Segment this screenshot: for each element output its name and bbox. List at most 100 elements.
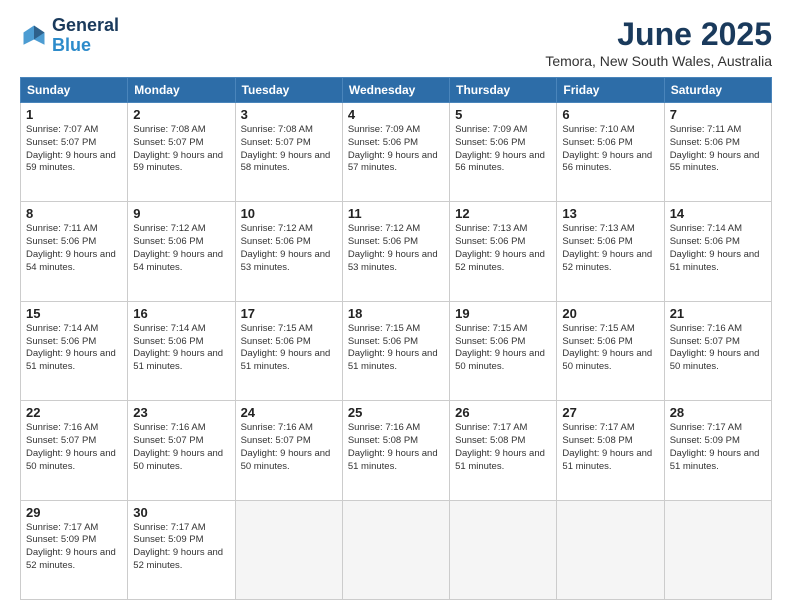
cell-info: Sunrise: 7:14 AMSunset: 5:06 PMDaylight:… [26,323,122,374]
day-number: 16 [133,306,229,321]
logo-icon [20,22,48,50]
table-row: 25 Sunrise: 7:16 AMSunset: 5:08 PMDaylig… [342,401,449,500]
logo-text: General Blue [52,16,119,56]
table-row: 22 Sunrise: 7:16 AMSunset: 5:07 PMDaylig… [21,401,128,500]
cell-info: Sunrise: 7:08 AMSunset: 5:07 PMDaylight:… [241,124,337,175]
day-number: 17 [241,306,337,321]
cell-info: Sunrise: 7:11 AMSunset: 5:06 PMDaylight:… [26,223,122,274]
calendar-table: Sunday Monday Tuesday Wednesday Thursday… [20,77,772,600]
day-number: 19 [455,306,551,321]
col-saturday: Saturday [664,78,771,103]
table-row: 15 Sunrise: 7:14 AMSunset: 5:06 PMDaylig… [21,301,128,400]
table-row: 5 Sunrise: 7:09 AMSunset: 5:06 PMDayligh… [450,103,557,202]
cell-info: Sunrise: 7:16 AMSunset: 5:07 PMDaylight:… [670,323,766,374]
title-block: June 2025 Temora, New South Wales, Austr… [545,16,772,69]
table-row: 17 Sunrise: 7:15 AMSunset: 5:06 PMDaylig… [235,301,342,400]
day-number: 7 [670,107,766,122]
cell-info: Sunrise: 7:14 AMSunset: 5:06 PMDaylight:… [670,223,766,274]
table-row: 20 Sunrise: 7:15 AMSunset: 5:06 PMDaylig… [557,301,664,400]
day-number: 25 [348,405,444,420]
cell-info: Sunrise: 7:16 AMSunset: 5:07 PMDaylight:… [241,422,337,473]
day-number: 5 [455,107,551,122]
col-friday: Friday [557,78,664,103]
calendar-week: 29 Sunrise: 7:17 AMSunset: 5:09 PMDaylig… [21,500,772,599]
table-row: 26 Sunrise: 7:17 AMSunset: 5:08 PMDaylig… [450,401,557,500]
col-wednesday: Wednesday [342,78,449,103]
location: Temora, New South Wales, Australia [545,53,772,69]
day-number: 26 [455,405,551,420]
day-number: 14 [670,206,766,221]
table-row: 18 Sunrise: 7:15 AMSunset: 5:06 PMDaylig… [342,301,449,400]
day-number: 8 [26,206,122,221]
col-thursday: Thursday [450,78,557,103]
day-number: 10 [241,206,337,221]
calendar-week: 8 Sunrise: 7:11 AMSunset: 5:06 PMDayligh… [21,202,772,301]
day-number: 9 [133,206,229,221]
col-sunday: Sunday [21,78,128,103]
cell-info: Sunrise: 7:13 AMSunset: 5:06 PMDaylight:… [562,223,658,274]
cell-info: Sunrise: 7:17 AMSunset: 5:08 PMDaylight:… [455,422,551,473]
day-number: 13 [562,206,658,221]
col-tuesday: Tuesday [235,78,342,103]
day-number: 11 [348,206,444,221]
logo: General Blue [20,16,119,56]
cell-info: Sunrise: 7:15 AMSunset: 5:06 PMDaylight:… [241,323,337,374]
day-number: 27 [562,405,658,420]
cell-info: Sunrise: 7:17 AMSunset: 5:09 PMDaylight:… [133,522,229,573]
day-number: 15 [26,306,122,321]
table-row: 21 Sunrise: 7:16 AMSunset: 5:07 PMDaylig… [664,301,771,400]
table-row: 11 Sunrise: 7:12 AMSunset: 5:06 PMDaylig… [342,202,449,301]
day-number: 24 [241,405,337,420]
logo-line1: General [52,16,119,36]
cell-info: Sunrise: 7:16 AMSunset: 5:08 PMDaylight:… [348,422,444,473]
cell-info: Sunrise: 7:14 AMSunset: 5:06 PMDaylight:… [133,323,229,374]
table-row: 16 Sunrise: 7:14 AMSunset: 5:06 PMDaylig… [128,301,235,400]
cell-info: Sunrise: 7:10 AMSunset: 5:06 PMDaylight:… [562,124,658,175]
table-row: 6 Sunrise: 7:10 AMSunset: 5:06 PMDayligh… [557,103,664,202]
cell-info: Sunrise: 7:17 AMSunset: 5:09 PMDaylight:… [26,522,122,573]
cell-info: Sunrise: 7:17 AMSunset: 5:09 PMDaylight:… [670,422,766,473]
day-number: 2 [133,107,229,122]
cell-info: Sunrise: 7:16 AMSunset: 5:07 PMDaylight:… [133,422,229,473]
day-number: 29 [26,505,122,520]
day-number: 18 [348,306,444,321]
table-row: 10 Sunrise: 7:12 AMSunset: 5:06 PMDaylig… [235,202,342,301]
table-row: 8 Sunrise: 7:11 AMSunset: 5:06 PMDayligh… [21,202,128,301]
cell-info: Sunrise: 7:17 AMSunset: 5:08 PMDaylight:… [562,422,658,473]
cell-info: Sunrise: 7:16 AMSunset: 5:07 PMDaylight:… [26,422,122,473]
day-number: 22 [26,405,122,420]
cell-info: Sunrise: 7:12 AMSunset: 5:06 PMDaylight:… [348,223,444,274]
page: General Blue June 2025 Temora, New South… [0,0,792,612]
table-row: 28 Sunrise: 7:17 AMSunset: 5:09 PMDaylig… [664,401,771,500]
month-title: June 2025 [545,16,772,53]
table-row: 30 Sunrise: 7:17 AMSunset: 5:09 PMDaylig… [128,500,235,599]
cell-info: Sunrise: 7:09 AMSunset: 5:06 PMDaylight:… [455,124,551,175]
empty-cell [342,500,449,599]
day-number: 21 [670,306,766,321]
empty-cell [664,500,771,599]
day-number: 4 [348,107,444,122]
table-row: 9 Sunrise: 7:12 AMSunset: 5:06 PMDayligh… [128,202,235,301]
calendar-week: 22 Sunrise: 7:16 AMSunset: 5:07 PMDaylig… [21,401,772,500]
cell-info: Sunrise: 7:15 AMSunset: 5:06 PMDaylight:… [455,323,551,374]
table-row: 12 Sunrise: 7:13 AMSunset: 5:06 PMDaylig… [450,202,557,301]
table-row: 14 Sunrise: 7:14 AMSunset: 5:06 PMDaylig… [664,202,771,301]
empty-cell [557,500,664,599]
day-number: 30 [133,505,229,520]
logo-line2: Blue [52,36,119,56]
calendar-week: 15 Sunrise: 7:14 AMSunset: 5:06 PMDaylig… [21,301,772,400]
day-number: 28 [670,405,766,420]
cell-info: Sunrise: 7:07 AMSunset: 5:07 PMDaylight:… [26,124,122,175]
table-row: 13 Sunrise: 7:13 AMSunset: 5:06 PMDaylig… [557,202,664,301]
table-row: 29 Sunrise: 7:17 AMSunset: 5:09 PMDaylig… [21,500,128,599]
cell-info: Sunrise: 7:15 AMSunset: 5:06 PMDaylight:… [348,323,444,374]
cell-info: Sunrise: 7:12 AMSunset: 5:06 PMDaylight:… [241,223,337,274]
empty-cell [450,500,557,599]
table-row: 4 Sunrise: 7:09 AMSunset: 5:06 PMDayligh… [342,103,449,202]
cell-info: Sunrise: 7:15 AMSunset: 5:06 PMDaylight:… [562,323,658,374]
calendar-week: 1 Sunrise: 7:07 AMSunset: 5:07 PMDayligh… [21,103,772,202]
day-number: 3 [241,107,337,122]
cell-info: Sunrise: 7:08 AMSunset: 5:07 PMDaylight:… [133,124,229,175]
header: General Blue June 2025 Temora, New South… [20,16,772,69]
table-row: 24 Sunrise: 7:16 AMSunset: 5:07 PMDaylig… [235,401,342,500]
